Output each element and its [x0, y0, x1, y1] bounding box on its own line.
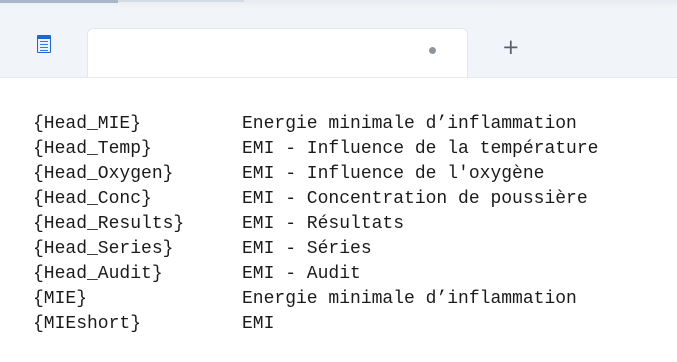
placeholder-key: {MIE}	[33, 289, 88, 309]
plus-icon[interactable]: +	[502, 37, 520, 58]
text-editor[interactable]: {Head_MIE} Energie minimale d’inflammati…	[0, 78, 677, 362]
unsaved-dot-icon[interactable]	[429, 47, 436, 54]
placeholder-value: EMI - Séries	[242, 239, 372, 259]
placeholder-key: {Head_Audit}	[33, 264, 163, 284]
notepad-icon-line	[40, 50, 48, 51]
placeholder-value: Energie minimale d’inflammation	[242, 289, 577, 309]
placeholder-value: EMI - Influence de la température	[242, 139, 599, 159]
placeholder-value: EMI - Influence de l'oxygène	[242, 164, 545, 184]
placeholder-value: EMI	[242, 314, 275, 334]
placeholder-key: {Head_MIE}	[33, 114, 142, 134]
placeholder-key: {Head_Results}	[33, 214, 185, 234]
notepad-icon-line	[40, 44, 48, 45]
window-top-accent	[0, 0, 118, 3]
placeholder-key: {Head_Conc}	[33, 189, 152, 209]
notepad-icon-line	[40, 47, 48, 48]
document-tab[interactable]	[87, 28, 468, 77]
placeholder-value: Energie minimale d’inflammation	[242, 114, 577, 134]
window-titlebar: +	[0, 0, 677, 78]
placeholder-value: EMI - Résultats	[242, 214, 405, 234]
placeholder-key: {Head_Series}	[33, 239, 174, 259]
window-top-accent-secondary	[118, 0, 244, 2]
notepad-icon[interactable]	[37, 35, 51, 53]
placeholder-key: {Head_Oxygen}	[33, 164, 174, 184]
placeholder-key: {MIEshort}	[33, 314, 142, 334]
placeholder-value: EMI - Concentration de poussière	[242, 189, 588, 209]
placeholder-key: {Head_Temp}	[33, 139, 152, 159]
placeholder-value: EMI - Audit	[242, 264, 361, 284]
notepad-icon-line	[40, 41, 48, 42]
